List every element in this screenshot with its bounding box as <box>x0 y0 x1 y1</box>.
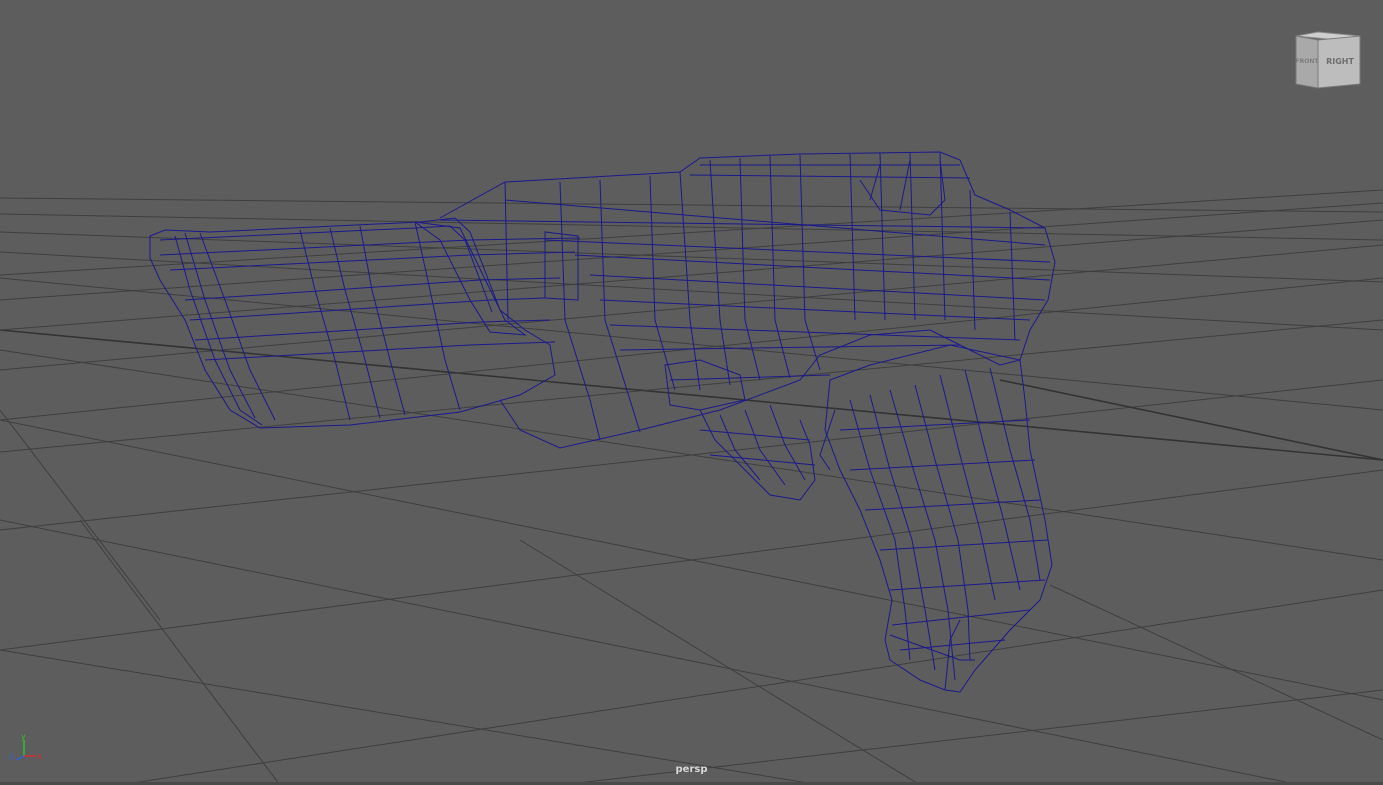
axis-x-label: x <box>37 752 42 761</box>
axis-gizmo-icon: y x z <box>9 732 42 761</box>
ground-grid <box>0 189 1383 785</box>
view-cube-right-label[interactable]: RIGHT <box>1326 57 1354 66</box>
view-cube-icon[interactable]: FRONT RIGHT <box>1290 28 1364 92</box>
view-cube-front-label[interactable]: FRONT <box>1296 58 1320 65</box>
viewport-canvas[interactable] <box>0 0 1383 785</box>
camera-name-label: persp <box>675 764 708 775</box>
wireframe-mesh[interactable] <box>149 151 1056 693</box>
axis-z-label: z <box>9 752 13 761</box>
axis-y-label: y <box>21 732 26 741</box>
view-cube[interactable]: FRONT RIGHT <box>1290 28 1364 92</box>
3d-viewport[interactable] <box>0 0 1383 785</box>
axis-gizmo: y x z <box>6 730 46 764</box>
